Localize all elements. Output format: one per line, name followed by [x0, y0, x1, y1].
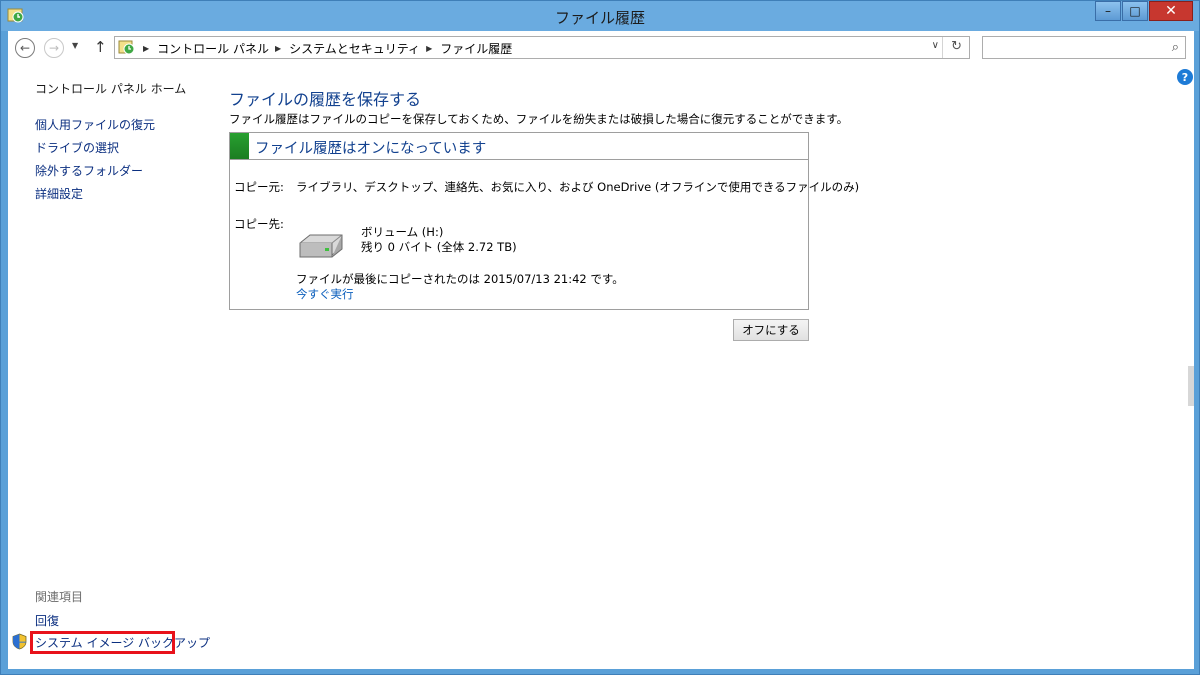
- sidebar-item-select-drive[interactable]: ドライブの選択: [35, 139, 119, 156]
- title-bar[interactable]: ファイル履歴 – □ ✕: [1, 1, 1199, 31]
- last-copied-text: ファイルが最後にコピーされたのは 2015/07/13 21:42 です。: [296, 272, 624, 286]
- breadcrumb-control-panel[interactable]: コントロール パネル: [157, 40, 269, 57]
- sidebar: コントロール パネル ホーム 個人用ファイルの復元 ドライブの選択 除外するフォ…: [8, 65, 218, 669]
- maximize-button[interactable]: □: [1122, 1, 1148, 21]
- recent-locations-dropdown-icon[interactable]: ▼: [72, 41, 78, 50]
- breadcrumb-system-security[interactable]: システムとセキュリティ: [289, 40, 420, 57]
- turn-off-button[interactable]: オフにする: [733, 319, 809, 341]
- search-input[interactable]: ⌕: [982, 36, 1186, 59]
- forward-arrow-icon[interactable]: →: [44, 38, 64, 58]
- sidebar-item-advanced-settings[interactable]: 詳細設定: [35, 185, 83, 202]
- file-history-window: ファイル履歴 – □ ✕ ← → ▼ ↑ ▶ コントロール パネル ▶ システム…: [0, 0, 1200, 675]
- up-arrow-icon[interactable]: ↑: [94, 38, 107, 56]
- address-field[interactable]: ▶ コントロール パネル ▶ システムとセキュリティ ▶ ファイル履歴 ∨ ↻: [114, 36, 970, 59]
- status-header: ファイル履歴はオンになっています: [230, 133, 808, 160]
- uac-shield-icon: [12, 633, 27, 650]
- page-title: ファイルの履歴を保存する: [229, 90, 422, 109]
- main-content: ファイルの履歴を保存する ファイル履歴はファイルのコピーを保存しておくため、ファ…: [229, 65, 1189, 669]
- breadcrumb-file-history[interactable]: ファイル履歴: [440, 40, 512, 57]
- chevron-right-icon[interactable]: ▶: [143, 44, 149, 53]
- sidebar-item-exclude-folders[interactable]: 除外するフォルダー: [35, 162, 143, 179]
- back-arrow-icon[interactable]: ←: [15, 38, 35, 58]
- copy-source-value: ライブラリ、デスクトップ、連絡先、お気に入り、および OneDrive (オフラ…: [296, 180, 860, 194]
- copy-source-label: コピー元:: [234, 180, 284, 194]
- search-icon[interactable]: ⌕: [1172, 40, 1179, 55]
- highlight-box: [30, 631, 175, 654]
- drive-space: 残り 0 バイト (全体 2.72 TB): [361, 240, 517, 254]
- file-history-location-icon: [118, 40, 135, 55]
- drive-name: ボリューム (H:): [361, 225, 444, 239]
- related-items-heading: 関連項目: [35, 590, 84, 604]
- hard-drive-icon: [299, 234, 343, 258]
- minimize-button[interactable]: –: [1095, 1, 1121, 21]
- navigation-bar: ← → ▼ ↑ ▶ コントロール パネル ▶ システムとセキュリティ ▶ ファイ…: [8, 31, 1194, 65]
- status-indicator: [230, 133, 249, 159]
- client-area: ← → ▼ ↑ ▶ コントロール パネル ▶ システムとセキュリティ ▶ ファイ…: [8, 31, 1194, 669]
- chevron-down-icon[interactable]: ∨: [932, 40, 939, 51]
- address-divider: [942, 37, 943, 58]
- chevron-right-icon[interactable]: ▶: [426, 44, 432, 53]
- copy-destination-label: コピー先:: [234, 217, 284, 231]
- scrollbar-edge[interactable]: [1188, 366, 1194, 406]
- chevron-right-icon[interactable]: ▶: [275, 44, 281, 53]
- sidebar-control-panel-home[interactable]: コントロール パネル ホーム: [35, 80, 186, 97]
- close-button[interactable]: ✕: [1149, 1, 1193, 21]
- status-text: ファイル履歴はオンになっています: [255, 141, 487, 157]
- run-now-link[interactable]: 今すぐ実行: [296, 286, 354, 302]
- window-title: ファイル履歴: [554, 9, 645, 27]
- sidebar-item-restore-files[interactable]: 個人用ファイルの復元: [35, 116, 155, 133]
- sidebar-item-recovery[interactable]: 回復: [35, 612, 59, 629]
- page-description: ファイル履歴はファイルのコピーを保存しておくため、ファイルを紛失または破損した場…: [229, 112, 849, 126]
- refresh-icon[interactable]: ↻: [951, 39, 962, 54]
- status-panel: ファイル履歴はオンになっています コピー元: ライブラリ、デスクトップ、連絡先、…: [229, 132, 859, 310]
- breadcrumb: ▶ コントロール パネル ▶ システムとセキュリティ ▶ ファイル履歴: [141, 40, 516, 57]
